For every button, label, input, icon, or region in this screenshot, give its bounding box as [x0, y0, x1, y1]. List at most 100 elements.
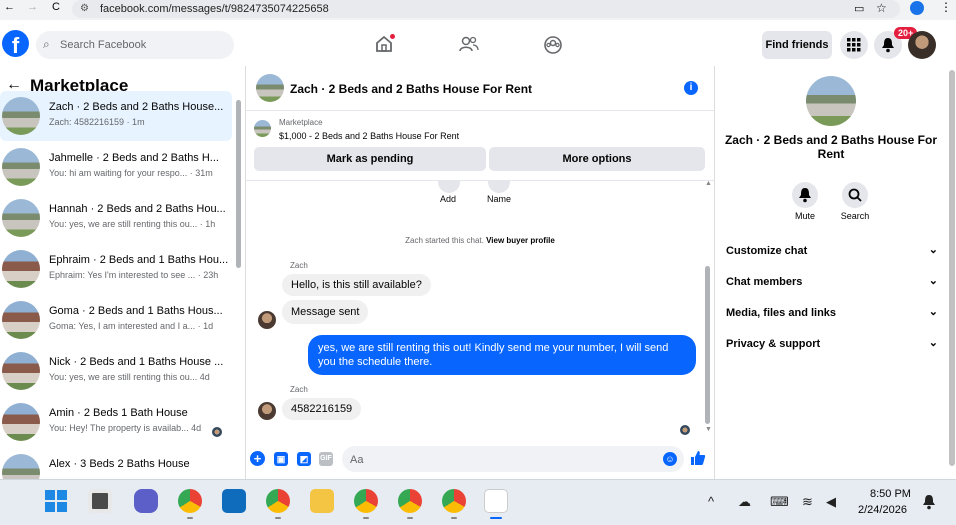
conversation-item[interactable]: Alex · 3 Beds 2 Baths House	[0, 448, 232, 479]
snipping-tool-icon[interactable]	[484, 489, 508, 513]
chat-details-panel	[714, 66, 948, 479]
divider	[246, 180, 714, 181]
conversation-item[interactable]: Hannah · 2 Beds and 2 Baths Hou... You: …	[0, 193, 232, 243]
scrollbar[interactable]	[705, 266, 710, 424]
bookmark-star-icon[interactable]: ☆	[876, 1, 887, 15]
conversation-item[interactable]: Nick · 2 Beds and 1 Baths House ... You:…	[0, 346, 232, 396]
volume-icon[interactable]: ◀	[826, 494, 836, 510]
page-scrollbar[interactable]	[949, 70, 955, 466]
privacy-support-row[interactable]: Privacy & support ⌄	[726, 337, 938, 350]
chrome-icon[interactable]	[178, 489, 202, 513]
windows-start-icon[interactable]	[45, 490, 67, 512]
chevron-down-icon: ⌄	[928, 337, 938, 349]
seen-avatar	[212, 427, 222, 437]
conversation-item[interactable]: Ephraim · 2 Beds and 1 Baths Hou... Ephr…	[0, 244, 232, 294]
mute-label: Mute	[794, 211, 815, 221]
scrollbar[interactable]	[236, 100, 241, 268]
listing-price[interactable]: $1,000 - 2 Beds and 2 Baths House For Re…	[279, 131, 459, 141]
browser-menu-icon[interactable]: ⋮	[940, 0, 952, 14]
cloud-off-icon[interactable]: ☁	[738, 494, 751, 510]
clock-date[interactable]: 2/24/2026	[858, 504, 907, 516]
chat-members-row[interactable]: Chat members ⌄	[726, 275, 938, 288]
task-view-icon[interactable]	[88, 489, 112, 513]
message-input[interactable]	[342, 446, 684, 472]
chat-title[interactable]: Zach · 2 Beds and 2 Baths House For Rent	[290, 82, 532, 96]
search-icon	[848, 188, 862, 202]
conversation-preview: You: yes, we are still renting this ou..…	[49, 219, 216, 229]
gif-icon[interactable]: GIF	[319, 452, 333, 466]
conversation-item[interactable]: Zach · 2 Beds and 2 Baths House... Zach:…	[0, 91, 232, 141]
conversation-title: Zach · 2 Beds and 2 Baths House...	[49, 101, 224, 113]
running-indicator	[187, 517, 193, 519]
scroll-down-arrow-icon[interactable]: ▼	[705, 426, 712, 433]
clock-time[interactable]: 8:50 PM	[870, 488, 911, 500]
incoming-message[interactable]: Hello, is this still available?	[282, 274, 431, 296]
site-info-icon[interactable]: ⚙	[80, 3, 89, 14]
listing-thumbnail[interactable]	[254, 120, 271, 137]
conversation-title: Ephraim · 2 Beds and 1 Baths Hou...	[49, 254, 229, 266]
store-icon[interactable]	[222, 489, 246, 513]
listing-thumbnail	[2, 148, 40, 186]
listing-thumbnail	[2, 250, 40, 288]
search-placeholder: Search Facebook	[60, 39, 147, 51]
chrome-profile-icon[interactable]	[266, 489, 290, 513]
row-label: Privacy & support	[726, 338, 821, 350]
mark-pending-button[interactable]: Mark as pending	[254, 147, 486, 171]
customize-chat-row[interactable]: Customize chat ⌄	[726, 244, 938, 257]
keyboard-icon[interactable]: ⌨	[770, 494, 789, 510]
emoji-icon[interactable]: ☺	[663, 452, 677, 466]
conversation-preview: You: hi am waiting for your respo... · 3…	[49, 168, 213, 178]
media-files-links-row[interactable]: Media, files and links ⌄	[726, 306, 938, 319]
running-indicator	[407, 517, 413, 519]
incoming-message[interactable]: Message sent	[282, 300, 369, 324]
groups-icon[interactable]	[543, 35, 563, 55]
conversation-preview: Ephraim: Yes I'm interested to see ... ·…	[49, 270, 219, 280]
chrome-profile-icon[interactable]	[398, 489, 422, 513]
plus-icon[interactable]: +	[250, 451, 265, 466]
conversation-preview: Goma: Yes, I am interested and I a... · …	[49, 321, 214, 331]
friends-icon[interactable]	[459, 35, 479, 53]
conversation-item[interactable]: Jahmelle · 2 Beds and 2 Baths H... You: …	[0, 142, 232, 192]
listing-label: Marketplace	[279, 118, 323, 127]
listing-thumbnail	[2, 301, 40, 339]
chevron-up-icon[interactable]: ^	[708, 494, 714, 509]
conversation-item[interactable]: Amin · 2 Beds 1 Bath House You: Hey! The…	[0, 397, 232, 447]
account-avatar[interactable]	[908, 31, 936, 59]
row-label: Media, files and links	[726, 307, 837, 319]
thumbs-up-icon[interactable]	[690, 450, 706, 466]
photo-icon[interactable]: ▣	[274, 452, 288, 466]
sender-avatar[interactable]	[258, 311, 276, 329]
view-buyer-profile-link[interactable]: View buyer profile	[486, 236, 555, 245]
sticker-icon[interactable]: ◩	[297, 452, 311, 466]
listing-thumbnail[interactable]	[256, 74, 284, 102]
outgoing-message[interactable]: yes, we are still renting this out! Kind…	[308, 335, 696, 375]
conversation-item[interactable]: Goma · 2 Beds and 1 Baths Hous... Goma: …	[0, 295, 232, 345]
reload-icon[interactable]: C	[52, 1, 60, 13]
sender-avatar[interactable]	[258, 402, 276, 420]
chrome-profile-icon[interactable]	[442, 489, 466, 513]
search-label: Search	[840, 211, 870, 221]
more-options-button[interactable]: More options	[489, 147, 705, 171]
conversation-preview: You: Hey! The property is availab... 4d	[49, 423, 202, 433]
wifi-icon[interactable]: ≋	[802, 494, 813, 510]
file-explorer-icon[interactable]	[310, 489, 334, 513]
find-friends-button[interactable]: Find friends	[762, 31, 832, 59]
listing-thumbnail[interactable]	[806, 76, 856, 126]
forward-arrow-icon[interactable]: →	[27, 1, 38, 13]
search-conversation-button[interactable]	[842, 182, 868, 208]
notification-bell-icon[interactable]	[922, 494, 936, 510]
mute-button[interactable]	[792, 182, 818, 208]
facebook-logo[interactable]: f	[2, 30, 29, 57]
back-arrow-icon[interactable]: ←	[4, 1, 15, 13]
info-icon[interactable]: i	[684, 81, 698, 95]
profile-icon[interactable]	[910, 1, 924, 15]
chat-started-notice: Zach started this chat. View buyer profi…	[246, 236, 714, 245]
listing-thumbnail	[2, 352, 40, 390]
divider	[246, 110, 714, 111]
cast-icon[interactable]: ▭	[854, 2, 864, 15]
incoming-message[interactable]: 4582216159	[282, 398, 362, 420]
listing-thumbnail	[2, 454, 40, 479]
chrome-profile-icon[interactable]	[354, 489, 378, 513]
teams-icon[interactable]	[134, 489, 158, 513]
scroll-up-arrow-icon[interactable]: ▲	[705, 180, 712, 187]
